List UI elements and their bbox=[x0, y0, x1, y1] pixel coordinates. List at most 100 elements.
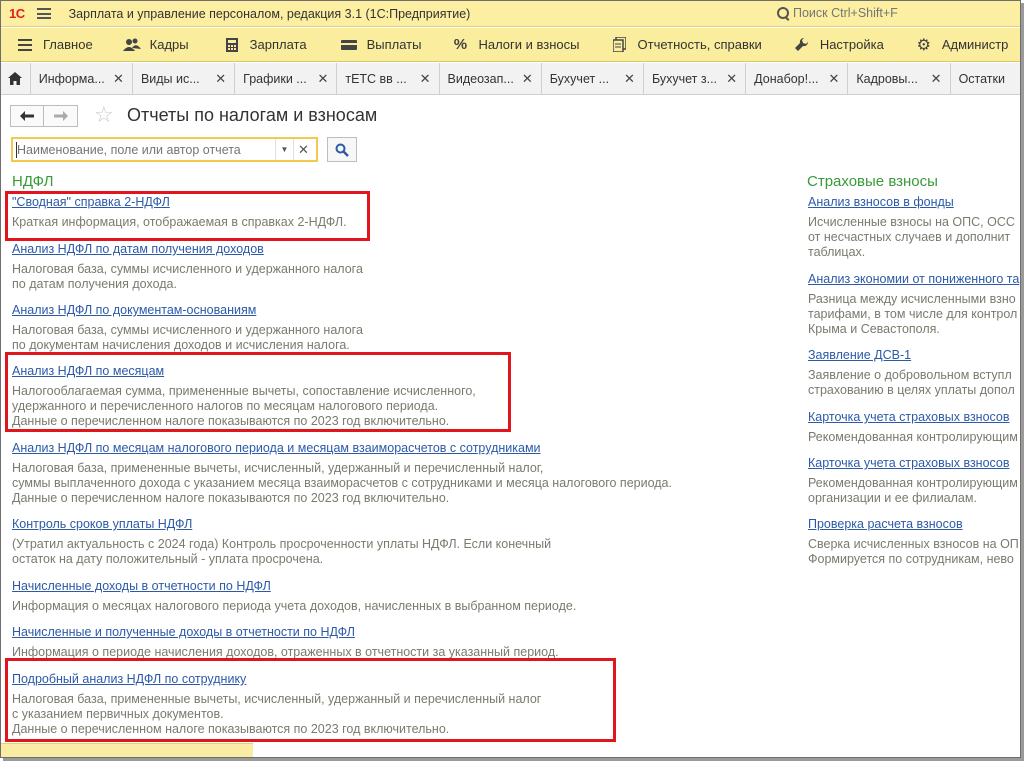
menu-item-label: Отчетность, справки bbox=[637, 37, 762, 52]
menu-item-taxes[interactable]: % Налоги и взносы bbox=[451, 28, 580, 61]
home-tab[interactable] bbox=[1, 63, 31, 94]
back-button[interactable] bbox=[10, 105, 44, 127]
forward-button[interactable] bbox=[44, 105, 78, 127]
report-search-field[interactable]: ▼ ✕ bbox=[11, 137, 318, 162]
main-menu-icon[interactable] bbox=[36, 8, 51, 19]
menu-item-personnel[interactable]: Кадры bbox=[122, 28, 189, 61]
description-line: по датам получения дохода. bbox=[12, 277, 177, 291]
report-link[interactable]: Анализ НДФЛ по датам получения доходов bbox=[12, 242, 363, 257]
report-description: (Утратил актуальность с 2024 года) Контр… bbox=[12, 537, 551, 567]
close-icon[interactable]: ✕ bbox=[420, 71, 431, 87]
report-item: Контроль сроков уплаты НДФЛ (Утратил акт… bbox=[12, 517, 551, 567]
description-line: Налоговая база, суммы исчисленного и уде… bbox=[12, 323, 363, 337]
window-tab[interactable]: Бухучет з... ✕ bbox=[644, 63, 747, 94]
wallet-icon bbox=[340, 37, 358, 53]
clear-icon[interactable]: ✕ bbox=[293, 139, 313, 160]
menu-item-label: Налоги и взносы bbox=[478, 37, 580, 52]
window-tab[interactable]: Виды ис... ✕ bbox=[133, 63, 236, 94]
close-icon[interactable]: ✕ bbox=[931, 71, 942, 87]
report-link[interactable]: "Сводная" справка 2-НДФЛ bbox=[12, 195, 347, 210]
report-description: Исчисленные взносы на ОПС, ОСС от несчас… bbox=[808, 215, 1015, 260]
report-item: Карточка учета страховых взносов Рекомен… bbox=[808, 410, 1018, 445]
window-tab[interactable]: Видеозап... ✕ bbox=[440, 63, 542, 94]
close-icon[interactable]: ✕ bbox=[317, 71, 328, 87]
description-line: остаток на дату положительный - уплата п… bbox=[12, 552, 324, 566]
description-line: организации и ее филиалам. bbox=[808, 491, 977, 505]
window-tab[interactable]: Информа... ✕ bbox=[31, 63, 133, 94]
report-link[interactable]: Проверка расчета взносов bbox=[808, 517, 1019, 532]
window-tab[interactable]: Донабор!... ✕ bbox=[746, 63, 849, 94]
window-tab[interactable]: тЕТС вв ... ✕ bbox=[337, 63, 440, 94]
report-link[interactable]: Заявление ДСВ-1 bbox=[808, 348, 1015, 363]
menu-item-main[interactable]: Главное bbox=[16, 28, 93, 61]
insurance-column: Страховые взносы Анализ взносов в фонды … bbox=[807, 171, 1020, 591]
menu-item-salary[interactable]: Зарплата bbox=[223, 28, 307, 61]
report-description: Налоговая база, суммы исчисленного и уде… bbox=[12, 323, 363, 353]
menu-item-label: Главное bbox=[43, 37, 93, 52]
tab-label: Виды ис... bbox=[140, 71, 200, 86]
close-icon[interactable]: ✕ bbox=[113, 71, 124, 87]
arrow-right-icon bbox=[53, 111, 68, 121]
report-link[interactable]: Анализ НДФЛ по месяцам налогового период… bbox=[12, 441, 672, 456]
report-item: Анализ НДФЛ по месяцам Налогооблагаемая … bbox=[12, 364, 476, 429]
app-title: Зарплата и управление персоналом, редакц… bbox=[68, 6, 471, 21]
search-icon bbox=[335, 143, 349, 157]
close-icon[interactable]: ✕ bbox=[624, 71, 635, 87]
report-link[interactable]: Подробный анализ НДФЛ по сотруднику bbox=[12, 672, 541, 687]
favorite-star-icon[interactable]: ☆ bbox=[94, 102, 114, 128]
report-description: Налогооблагаемая сумма, примененные выче… bbox=[12, 384, 476, 429]
report-link[interactable]: Начисленные доходы в отчетности по НДФЛ bbox=[12, 579, 576, 594]
window-tab[interactable]: Остатки bbox=[951, 63, 1020, 94]
tab-label: Остатки bbox=[958, 71, 1005, 86]
menu-item-settings[interactable]: Настройка bbox=[793, 28, 884, 61]
report-description: Краткая информация, отображаемая в справ… bbox=[12, 215, 347, 230]
close-icon[interactable]: ✕ bbox=[215, 71, 226, 87]
description-line: (Утратил актуальность с 2024 года) Контр… bbox=[12, 537, 552, 551]
tab-label: Бухучет з... bbox=[651, 71, 718, 86]
menu-item-payments[interactable]: Выплаты bbox=[340, 28, 421, 61]
description-line: Налоговая база, примененные вычеты, исчи… bbox=[12, 692, 542, 706]
menu-item-label: Настройка bbox=[819, 37, 884, 52]
report-link[interactable]: Карточка учета страховых взносов bbox=[808, 410, 1018, 425]
app-window: 1С Зарплата и управление персоналом, ред… bbox=[0, 0, 1021, 758]
menu-item-label: Администр bbox=[941, 37, 1009, 52]
global-search-input[interactable] bbox=[793, 6, 1013, 20]
window-tab[interactable]: Бухучет ... ✕ bbox=[542, 63, 644, 94]
report-link[interactable]: Начисленные и полученные доходы в отчетн… bbox=[12, 625, 559, 640]
report-link[interactable]: Контроль сроков уплаты НДФЛ bbox=[12, 517, 551, 532]
report-link[interactable]: Анализ НДФЛ по месяцам bbox=[12, 364, 476, 379]
tab-label: Информа... bbox=[38, 71, 105, 86]
report-link[interactable]: Анализ взносов в фонды bbox=[808, 195, 1015, 210]
report-item: Анализ НДФЛ по датам получения доходов Н… bbox=[12, 242, 363, 292]
report-item: Анализ НДФЛ по документам-основаниям Нал… bbox=[12, 303, 363, 353]
global-search[interactable] bbox=[774, 3, 1020, 23]
search-button[interactable] bbox=[327, 137, 357, 162]
report-link[interactable]: Карточка учета страховых взносов bbox=[808, 456, 1018, 471]
report-item: Анализ НДФЛ по месяцам налогового период… bbox=[12, 441, 672, 506]
description-line: Заявление о добровольном вступл bbox=[808, 368, 1012, 382]
report-description: Заявление о добровольном вступл страхова… bbox=[808, 368, 1015, 398]
tab-label: Видеозап... bbox=[447, 71, 514, 86]
description-line: Крыма и Севастополя. bbox=[808, 322, 940, 336]
dropdown-arrow-icon[interactable]: ▼ bbox=[275, 139, 293, 160]
people-icon bbox=[122, 37, 141, 53]
percent-icon: % bbox=[453, 36, 468, 53]
description-line: страхованию в целях уплаты допол bbox=[808, 383, 1015, 397]
description-line: Краткая информация, отображаемая в справ… bbox=[12, 215, 347, 229]
report-link[interactable]: Анализ экономии от пониженного та bbox=[808, 272, 1019, 287]
menu-item-reports[interactable]: Отчетность, справки bbox=[611, 28, 762, 61]
report-description: Налоговая база, суммы исчисленного и уде… bbox=[12, 262, 363, 292]
report-description: Налоговая база, примененные вычеты, исчи… bbox=[12, 461, 672, 506]
window-tab[interactable]: Кадровы... ✕ bbox=[848, 63, 951, 94]
report-item: Анализ экономии от пониженного та Разниц… bbox=[808, 272, 1019, 337]
description-line: Данные о перечисленном налоге показывают… bbox=[12, 491, 450, 505]
close-icon[interactable]: ✕ bbox=[522, 71, 533, 87]
window-tab[interactable]: Графики ... ✕ bbox=[235, 63, 338, 94]
report-description: Разница между исчисленными взно тарифами… bbox=[808, 292, 1019, 337]
close-icon[interactable]: ✕ bbox=[726, 71, 737, 87]
menu-item-admin[interactable]: ⚙ Администр bbox=[915, 28, 1009, 61]
close-icon[interactable]: ✕ bbox=[828, 71, 839, 87]
report-search-input[interactable] bbox=[13, 142, 275, 157]
description-line: от несчастных случаев и дополнит bbox=[808, 230, 1011, 244]
report-link[interactable]: Анализ НДФЛ по документам-основаниям bbox=[12, 303, 363, 318]
